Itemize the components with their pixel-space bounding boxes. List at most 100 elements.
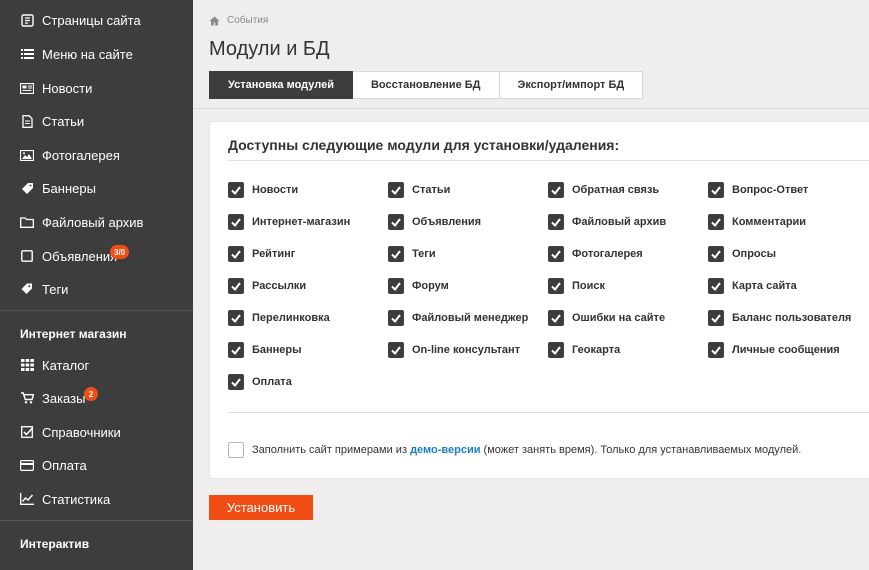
check-icon [231, 313, 241, 323]
checkbox-checked[interactable] [548, 214, 564, 230]
module-label: Рассылки [252, 280, 307, 292]
module-label: Перелинковка [252, 312, 330, 324]
module-checkbox-item[interactable]: Баланс пользователя [708, 310, 851, 326]
checkbox-checked[interactable] [228, 246, 244, 262]
checkbox-checked[interactable] [228, 310, 244, 326]
module-checkbox-item[interactable]: Геокарта [548, 342, 620, 358]
sidebar-item-catalog[interactable]: Каталог [0, 350, 193, 380]
sidebar-item-pages[interactable]: Страницы сайта [0, 5, 193, 35]
checkbox-checked[interactable] [388, 310, 404, 326]
tab-install-modules[interactable]: Установка модулей [209, 71, 353, 99]
checkbox-checked[interactable] [228, 214, 244, 230]
folder-icon [20, 215, 34, 229]
module-label: Карта сайта [732, 280, 797, 292]
module-checkbox-item[interactable]: Оплата [228, 374, 292, 390]
module-checkbox-item[interactable]: On-line консультант [388, 342, 520, 358]
checkbox-checked[interactable] [228, 278, 244, 294]
module-checkbox-item[interactable]: Форум [388, 278, 449, 294]
sidebar-item-label: Каталог [42, 357, 90, 373]
module-checkbox-item[interactable]: Статьи [388, 182, 450, 198]
home-icon[interactable] [209, 16, 220, 26]
breadcrumb-label[interactable]: События [227, 15, 268, 26]
module-checkbox-item[interactable]: Баннеры [228, 342, 302, 358]
square-icon [20, 249, 34, 263]
checkbox-checked[interactable] [388, 182, 404, 198]
sidebar-item-gallery[interactable]: Фотогалерея [0, 140, 193, 170]
demo-text-before: Заполнить сайт примерами из [252, 444, 411, 456]
news-icon [20, 81, 34, 95]
sidebar-divider [0, 310, 193, 311]
checkbox-checked[interactable] [388, 214, 404, 230]
sidebar-item-statistics[interactable]: Статистика [0, 484, 193, 514]
demo-text-after: (может занять время). Только для устанав… [480, 444, 802, 456]
photo-icon [20, 148, 34, 162]
demo-fill-option[interactable]: Заполнить сайт примерами из демо-версии … [228, 442, 801, 458]
checkbox-checked[interactable] [228, 374, 244, 390]
checkbox-checked[interactable] [388, 246, 404, 262]
module-checkbox-item[interactable]: Файловый архив [548, 214, 666, 230]
module-checkbox-item[interactable]: Опросы [708, 246, 776, 262]
module-checkbox-item[interactable]: Рейтинг [228, 246, 295, 262]
demo-version-link[interactable]: демо-версии [410, 444, 480, 456]
ads-count-badge: 3/0 [110, 245, 130, 259]
check-icon [231, 217, 241, 227]
sidebar-item-payment[interactable]: Оплата [0, 450, 193, 480]
checkbox-checked[interactable] [228, 342, 244, 358]
check-icon [231, 249, 241, 259]
module-checkbox-item[interactable]: Объявления [388, 214, 481, 230]
module-checkbox-item[interactable]: Комментарии [708, 214, 806, 230]
module-checkbox-item[interactable]: Теги [388, 246, 436, 262]
sidebar-item-label: Справочники [42, 424, 121, 440]
panel-divider [228, 412, 869, 413]
checkbox-checked[interactable] [708, 278, 724, 294]
install-button[interactable]: Установить [209, 495, 313, 520]
checkbox-checked[interactable] [548, 246, 564, 262]
tab-restore-db[interactable]: Восстановление БД [352, 71, 500, 99]
tab-export-import-db[interactable]: Экспорт/импорт БД [499, 71, 644, 99]
module-checkbox-item[interactable]: Файловый менеджер [388, 310, 528, 326]
module-checkbox-item[interactable]: Фотогалерея [548, 246, 643, 262]
demo-fill-checkbox[interactable] [228, 442, 244, 458]
module-checkbox-item[interactable]: Личные сообщения [708, 342, 840, 358]
module-checkbox-item[interactable]: Вопрос-Ответ [708, 182, 808, 198]
checkbox-checked[interactable] [388, 278, 404, 294]
checkbox-checked[interactable] [228, 182, 244, 198]
check-icon [551, 313, 561, 323]
module-checkbox-item[interactable]: Карта сайта [708, 278, 797, 294]
module-checkbox-item[interactable]: Новости [228, 182, 298, 198]
modules-panel: Доступны следующие модули для установки/… [209, 121, 869, 479]
checkbox-checked[interactable] [708, 246, 724, 262]
checkbox-checked[interactable] [708, 214, 724, 230]
sidebar-item-articles[interactable]: Статьи [0, 106, 193, 136]
pages-icon [20, 13, 34, 27]
module-label: Файловый архив [572, 216, 667, 228]
check-icon [231, 345, 241, 355]
module-checkbox-item[interactable]: Обратная связь [548, 182, 659, 198]
sidebar-item-ads[interactable]: Объявления 3/0 [0, 241, 193, 271]
check-icon [711, 313, 721, 323]
checkbox-checked[interactable] [708, 182, 724, 198]
checkbox-checked[interactable] [548, 278, 564, 294]
checkbox-checked[interactable] [708, 342, 724, 358]
sidebar-item-file-archive[interactable]: Файловый архив [0, 207, 193, 237]
checkbox-checked[interactable] [388, 342, 404, 358]
checkbox-checked[interactable] [548, 182, 564, 198]
sidebar-item-reference[interactable]: Справочники [0, 417, 193, 447]
module-checkbox-item[interactable]: Перелинковка [228, 310, 330, 326]
module-label: Баланс пользователя [732, 312, 852, 324]
checkbox-checked[interactable] [548, 310, 564, 326]
module-checkbox-item[interactable]: Интернет-магазин [228, 214, 350, 230]
main-content: События Модули и БД Установка модулей Во… [193, 0, 869, 570]
check-icon [711, 345, 721, 355]
module-checkbox-item[interactable]: Рассылки [228, 278, 306, 294]
sidebar-item-orders[interactable]: Заказы 2 [0, 383, 193, 413]
sidebar-item-news[interactable]: Новости [0, 73, 193, 103]
checkbox-checked[interactable] [548, 342, 564, 358]
sidebar-item-banners[interactable]: Баннеры [0, 173, 193, 203]
sidebar-item-tags[interactable]: Теги [0, 274, 193, 304]
sidebar-item-menu[interactable]: Меню на сайте [0, 39, 193, 69]
module-checkbox-item[interactable]: Поиск [548, 278, 605, 294]
module-checkbox-item[interactable]: Ошибки на сайте [548, 310, 665, 326]
check-icon [231, 377, 241, 387]
checkbox-checked[interactable] [708, 310, 724, 326]
